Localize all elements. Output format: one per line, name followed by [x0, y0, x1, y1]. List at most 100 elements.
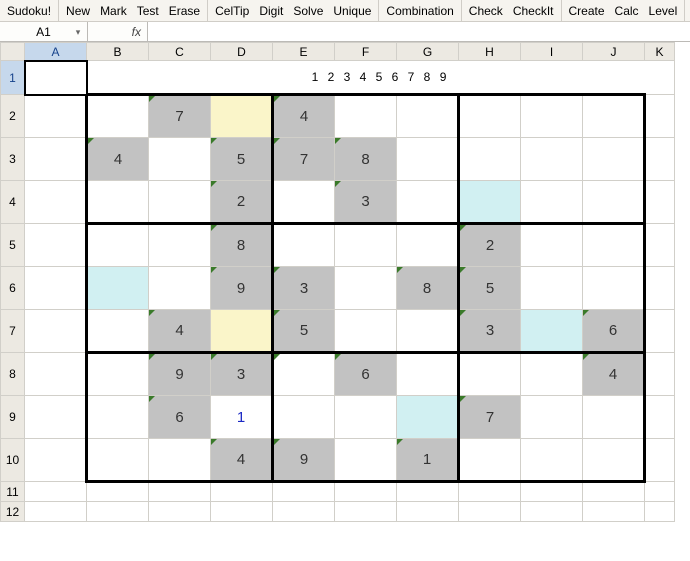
- cell-I8[interactable]: [521, 353, 583, 396]
- cell-A10[interactable]: [25, 439, 87, 482]
- cell-G3[interactable]: [397, 138, 459, 181]
- row-header-4[interactable]: 4: [1, 181, 25, 224]
- cell-C7[interactable]: 4: [149, 310, 211, 353]
- col-header-J[interactable]: J: [583, 43, 645, 61]
- cell-I3[interactable]: [521, 138, 583, 181]
- toolbar-erase-button[interactable]: Erase: [164, 2, 205, 20]
- row-header-3[interactable]: 3: [1, 138, 25, 181]
- cell-H3[interactable]: [459, 138, 521, 181]
- row-header-10[interactable]: 10: [1, 439, 25, 482]
- cell-E8[interactable]: [273, 353, 335, 396]
- worksheet-grid[interactable]: ABCDEFGHIJK 11 2 3 4 5 6 7 8 92743457842…: [0, 42, 690, 522]
- cell-H6[interactable]: 5: [459, 267, 521, 310]
- cell-B10[interactable]: [87, 439, 149, 482]
- row-header-5[interactable]: 5: [1, 224, 25, 267]
- cell-H4[interactable]: [459, 181, 521, 224]
- cell-C6[interactable]: [149, 267, 211, 310]
- cell-G4[interactable]: [397, 181, 459, 224]
- cell-J6[interactable]: [583, 267, 645, 310]
- cell-D6[interactable]: 9: [211, 267, 273, 310]
- cell-G7[interactable]: [397, 310, 459, 353]
- cell-I9[interactable]: [521, 396, 583, 439]
- cell-E10[interactable]: 9: [273, 439, 335, 482]
- toolbar-combination-button[interactable]: Combination: [381, 2, 458, 20]
- row-header-8[interactable]: 8: [1, 353, 25, 396]
- cell-K9[interactable]: [645, 396, 675, 439]
- fx-label[interactable]: fx: [88, 22, 148, 41]
- cell-A11[interactable]: [25, 482, 87, 502]
- cell-E5[interactable]: [273, 224, 335, 267]
- cell-K12[interactable]: [645, 502, 675, 522]
- cell-K8[interactable]: [645, 353, 675, 396]
- cell-D10[interactable]: 4: [211, 439, 273, 482]
- cell-D8[interactable]: 3: [211, 353, 273, 396]
- cell-D5[interactable]: 8: [211, 224, 273, 267]
- toolbar-app-name-button[interactable]: Sudoku!: [2, 2, 56, 20]
- cell-J4[interactable]: [583, 181, 645, 224]
- cell-G9[interactable]: [397, 396, 459, 439]
- cell-G12[interactable]: [397, 502, 459, 522]
- cell-F6[interactable]: [335, 267, 397, 310]
- cell-B3[interactable]: 4: [87, 138, 149, 181]
- cell-J11[interactable]: [583, 482, 645, 502]
- cell-G5[interactable]: [397, 224, 459, 267]
- cell-B8[interactable]: [87, 353, 149, 396]
- cell-F5[interactable]: [335, 224, 397, 267]
- cell-C4[interactable]: [149, 181, 211, 224]
- toolbar-calc-button[interactable]: Calc: [610, 2, 644, 20]
- cell-D2[interactable]: [211, 95, 273, 138]
- cell-A5[interactable]: [25, 224, 87, 267]
- cell-A8[interactable]: [25, 353, 87, 396]
- cell-F2[interactable]: [335, 95, 397, 138]
- col-header-F[interactable]: F: [335, 43, 397, 61]
- cell-A12[interactable]: [25, 502, 87, 522]
- cell-C8[interactable]: 9: [149, 353, 211, 396]
- cell-J12[interactable]: [583, 502, 645, 522]
- cell-B2[interactable]: [87, 95, 149, 138]
- cell-G10[interactable]: 1: [397, 439, 459, 482]
- cell-B6[interactable]: [87, 267, 149, 310]
- cell-K7[interactable]: [645, 310, 675, 353]
- cell-J3[interactable]: [583, 138, 645, 181]
- cell-E4[interactable]: [273, 181, 335, 224]
- cell-A1[interactable]: [25, 61, 87, 95]
- cell-H7[interactable]: 3: [459, 310, 521, 353]
- select-all-corner[interactable]: [1, 43, 25, 61]
- cell-B12[interactable]: [87, 502, 149, 522]
- cell-I7[interactable]: [521, 310, 583, 353]
- cell-K5[interactable]: [645, 224, 675, 267]
- cell-H9[interactable]: 7: [459, 396, 521, 439]
- cell-H12[interactable]: [459, 502, 521, 522]
- toolbar-solve-button[interactable]: Solve: [288, 2, 328, 20]
- cell-A3[interactable]: [25, 138, 87, 181]
- cell-F7[interactable]: [335, 310, 397, 353]
- cell-K11[interactable]: [645, 482, 675, 502]
- toolbar-level-button[interactable]: Level: [644, 2, 683, 20]
- cell-G11[interactable]: [397, 482, 459, 502]
- row-header-12[interactable]: 12: [1, 502, 25, 522]
- cell-J10[interactable]: [583, 439, 645, 482]
- cell-C5[interactable]: [149, 224, 211, 267]
- cell-B7[interactable]: [87, 310, 149, 353]
- cell-C12[interactable]: [149, 502, 211, 522]
- row-header-11[interactable]: 11: [1, 482, 25, 502]
- cell-F10[interactable]: [335, 439, 397, 482]
- cell-D4[interactable]: 2: [211, 181, 273, 224]
- cell-F8[interactable]: 6: [335, 353, 397, 396]
- cell-E7[interactable]: 5: [273, 310, 335, 353]
- cell-J8[interactable]: 4: [583, 353, 645, 396]
- row-header-6[interactable]: 6: [1, 267, 25, 310]
- cell-H11[interactable]: [459, 482, 521, 502]
- col-header-G[interactable]: G: [397, 43, 459, 61]
- toolbar-checkit-button[interactable]: CheckIt: [508, 2, 559, 20]
- col-header-A[interactable]: A: [25, 43, 87, 61]
- cell-B4[interactable]: [87, 181, 149, 224]
- cell-E9[interactable]: [273, 396, 335, 439]
- toolbar-digit-button[interactable]: Digit: [254, 2, 288, 20]
- col-header-H[interactable]: H: [459, 43, 521, 61]
- col-header-D[interactable]: D: [211, 43, 273, 61]
- cell-H2[interactable]: [459, 95, 521, 138]
- toolbar-test-button[interactable]: Test: [132, 2, 164, 20]
- formula-bar[interactable]: [148, 22, 690, 41]
- cell-B5[interactable]: [87, 224, 149, 267]
